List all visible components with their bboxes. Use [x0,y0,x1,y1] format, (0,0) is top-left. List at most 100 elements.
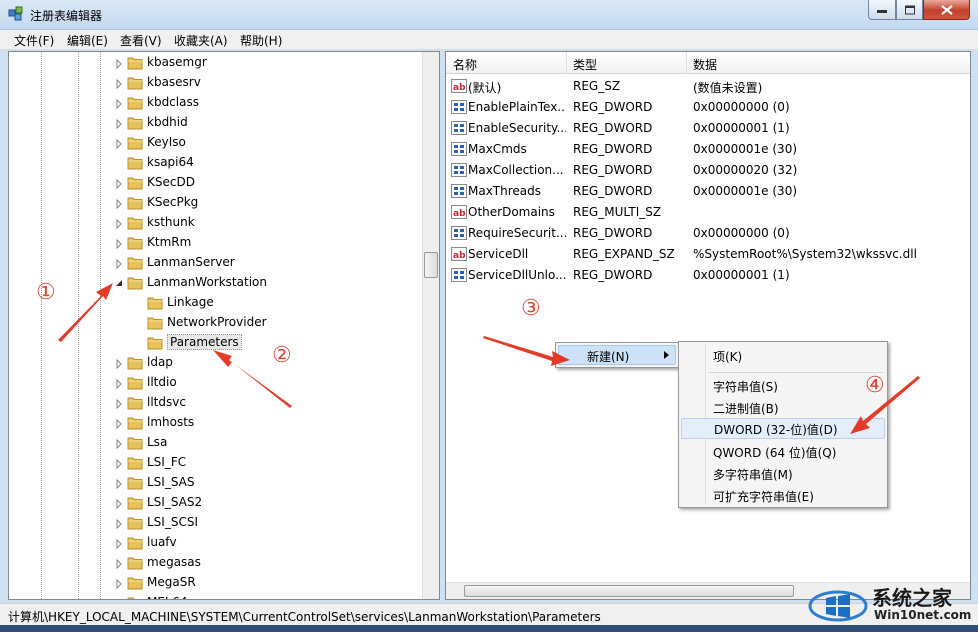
tree-node-label: LanmanServer [147,255,235,269]
value-row[interactable]: ab (默认) REG_SZ (数值未设置) [446,76,970,97]
expand-triangle-icon[interactable] [115,398,123,410]
expand-triangle-icon[interactable] [115,418,123,430]
submenu-item-multi-string-value[interactable]: 多字符串值(M) [681,463,885,484]
expand-triangle-icon[interactable] [115,518,123,530]
folder-icon [127,195,143,210]
tree-node-label: KeyIso [147,135,186,149]
value-data: 0x00000000 (0) [693,100,790,114]
value-type: REG_DWORD [573,163,653,177]
minimize-icon [877,9,887,13]
value-name: ServiceDll [468,247,529,261]
column-header-type[interactable]: 类型 [573,56,597,73]
maximize-icon [904,5,915,14]
string-value-icon: ab [451,205,467,219]
expand-triangle-icon[interactable] [115,538,123,550]
expand-triangle-icon[interactable] [115,98,123,110]
expand-triangle-icon[interactable] [115,198,123,210]
expand-triangle-icon[interactable] [115,458,123,470]
expand-triangle-icon[interactable] [115,558,123,570]
expand-triangle-icon[interactable] [115,578,123,590]
expand-triangle-icon[interactable] [115,138,123,150]
value-row[interactable]: ab ServiceDll REG_EXPAND_SZ %SystemRoot%\Sy… [446,244,970,265]
expand-triangle-icon[interactable] [115,478,123,490]
value-type: REG_DWORD [573,121,653,135]
value-row[interactable]: ServiceDllUnlo... REG_DWORD 0x00000001 (1) [446,265,970,286]
collapse-triangle-icon[interactable] [115,278,123,288]
tree-node-label: MegaSR [147,575,196,589]
context-menu-new[interactable]: 新建(N) [558,345,676,365]
value-row[interactable]: ab OtherDomains REG_MULTI_SZ [446,202,970,223]
submenu-item-string-value[interactable]: 字符串值(S) [681,375,885,396]
tree-node-label: kbasemgr [147,55,207,69]
minimize-button[interactable] [868,0,896,20]
submenu-item-qword-value[interactable]: QWORD (64 位)值(Q) [681,441,885,462]
list-header: 名称 类型 数据 [446,52,970,74]
close-icon [940,4,953,15]
registry-tree[interactable]: kbasemgr kbasesrv kbdclass kbdhid KeyIso ksap… [8,51,440,600]
column-divider[interactable] [686,52,687,74]
value-name: MaxCmds [468,142,527,156]
column-header-name[interactable]: 名称 [453,56,477,73]
new-submenu: 项(K) 字符串值(S) 二进制值(B) DWORD (32-位)值(D) QW… [678,341,888,508]
folder-icon [127,475,143,490]
menu-edit[interactable]: 编辑(E) [67,32,108,49]
folder-icon [127,455,143,470]
column-header-data[interactable]: 数据 [693,56,717,73]
expand-triangle-icon[interactable] [115,258,123,270]
folder-icon [127,115,143,130]
binary-value-icon [451,268,467,282]
tree-node-label: lltdio [147,375,177,389]
expand-triangle-icon[interactable] [115,118,123,130]
value-type: REG_EXPAND_SZ [573,247,675,261]
list-scroll-thumb[interactable] [464,585,794,597]
value-row[interactable]: MaxCollection... REG_DWORD 0x00000020 (32) [446,160,970,181]
value-row[interactable]: EnableSecurity... REG_DWORD 0x00000001 (1) [446,118,970,139]
folder-icon [127,255,143,270]
maximize-button[interactable] [896,0,923,20]
value-data: 0x00000001 (1) [693,121,790,135]
tree-scroll-thumb[interactable] [424,252,438,278]
value-row[interactable]: MaxThreads REG_DWORD 0x0000001e (30) [446,181,970,202]
expand-triangle-icon[interactable] [115,598,123,599]
tree-vertical-scrollbar[interactable] [422,52,439,599]
tree-node-label: LSI_FC [147,455,187,469]
value-name: OtherDomains [468,205,555,219]
expand-triangle-icon[interactable] [115,58,123,70]
value-row[interactable]: RequireSecurit... REG_DWORD 0x00000000 (0) [446,223,970,244]
string-value-icon: ab [451,79,467,93]
folder-icon [147,315,163,330]
expand-triangle-icon[interactable] [115,178,123,190]
value-data: (数值未设置) [693,81,763,95]
value-name: MaxCollection... [468,163,564,177]
folder-icon [127,375,143,390]
expand-triangle-icon[interactable] [115,358,123,370]
submenu-item-binary-value[interactable]: 二进制值(B) [681,397,885,418]
submenu-item-key[interactable]: 项(K) [681,345,885,366]
expand-triangle-icon[interactable] [115,498,123,510]
expand-triangle-icon[interactable] [115,378,123,390]
value-row[interactable]: EnablePlainTex... REG_DWORD 0x00000000 (0) [446,97,970,118]
submenu-item-expandable-string-value[interactable]: 可扩充字符串值(E) [681,485,885,506]
annotation-number-4: ④ [865,373,885,398]
submenu-item-label: 二进制值(B) [713,402,779,416]
submenu-item-dword-value[interactable]: DWORD (32-位)值(D) [681,418,885,439]
menu-favorites[interactable]: 收藏夹(A) [174,32,228,49]
menu-help[interactable]: 帮助(H) [240,32,282,49]
submenu-item-label: 项(K) [713,350,743,364]
folder-icon [147,295,163,310]
menu-file[interactable]: 文件(F) [14,32,54,49]
menu-view[interactable]: 查看(V) [120,32,162,49]
tree-node-label: KSecPkg [147,195,199,209]
folder-icon [127,535,143,550]
value-row[interactable]: MaxCmds REG_DWORD 0x0000001e (30) [446,139,970,160]
values-list[interactable]: 名称 类型 数据 ab (默认) REG_SZ (数值未设置) EnablePlainT… [445,51,971,600]
folder-icon [127,215,143,230]
tree-node-label: LSI_SCSI [147,515,198,529]
expand-triangle-icon[interactable] [115,218,123,230]
expand-triangle-icon[interactable] [115,438,123,450]
expand-triangle-icon[interactable] [115,78,123,90]
close-button[interactable] [923,0,970,20]
column-divider[interactable] [566,52,567,74]
submenu-item-label: 字符串值(S) [713,380,778,394]
expand-triangle-icon[interactable] [115,238,123,250]
